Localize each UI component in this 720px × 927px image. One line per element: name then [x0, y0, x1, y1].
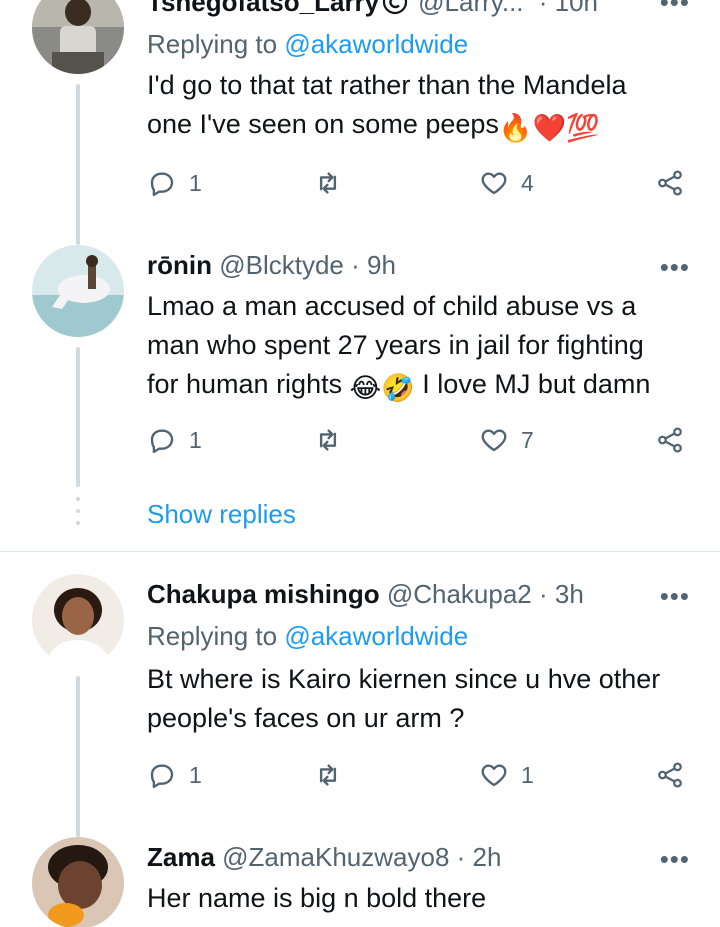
tweet-text: Bt where is Kairo kiernen since u hve ot…: [147, 664, 661, 733]
share-icon: [658, 170, 682, 196]
tweet-1[interactable]: Tshegofatso_Larry @Larry... · 10h ••• Rep…: [0, 0, 720, 245]
avatar[interactable]: [32, 0, 124, 74]
tweet-header: Zama @ZamaKhuzwayo8 · 2h: [147, 841, 501, 873]
retweet-button[interactable]: [313, 760, 343, 790]
emoji-group: 😂🤣: [349, 373, 415, 403]
display-name[interactable]: Chakupa mishingo: [147, 579, 380, 609]
replying-to: Replying to @akaworldwide: [147, 621, 469, 651]
like-button[interactable]: 7: [479, 425, 534, 455]
action-bar: 1 7: [147, 425, 692, 459]
timestamp[interactable]: · 3h: [539, 579, 584, 609]
heart-icon: [481, 172, 507, 195]
copyright-badge-icon: [383, 0, 408, 15]
tweet-text: Her name is big n bold there: [147, 883, 487, 913]
user-handle[interactable]: @Larry...: [418, 0, 523, 17]
tweet-2[interactable]: rōnin @Blcktyde · 9h ••• Lmao a man accu…: [0, 245, 720, 550]
avatar[interactable]: [32, 837, 124, 927]
avatar[interactable]: [32, 245, 124, 337]
avatar[interactable]: [32, 574, 124, 666]
timestamp[interactable]: · 10h: [539, 0, 598, 17]
tweet-text: Lmao a man accused of child abuse vs a m…: [147, 287, 692, 408]
tweet-header: rōnin @Blcktyde · 9h: [147, 249, 396, 281]
heart-icon: [481, 764, 507, 787]
thread-dots: [76, 497, 80, 533]
reply-count: 1: [189, 761, 202, 788]
share-button[interactable]: [655, 425, 685, 455]
more-options-icon[interactable]: •••: [660, 846, 690, 872]
display-name[interactable]: Tshegofatso_Larry: [147, 0, 379, 17]
user-handle[interactable]: @Blcktyde: [219, 250, 344, 280]
more-options-icon[interactable]: •••: [660, 254, 690, 280]
share-button[interactable]: [655, 168, 685, 198]
reply-icon: [150, 764, 174, 789]
replying-to-link[interactable]: @akaworldwide: [284, 29, 468, 59]
tweet-4[interactable]: Zama @ZamaKhuzwayo8 · 2h ••• Her name is…: [0, 837, 720, 927]
like-button[interactable]: 4: [479, 168, 534, 198]
display-name[interactable]: rōnin: [147, 250, 212, 280]
like-count: 7: [521, 426, 534, 453]
share-button[interactable]: [655, 760, 685, 790]
like-count: 1: [521, 761, 534, 788]
retweet-icon: [319, 764, 337, 786]
reply-button[interactable]: 1: [147, 760, 202, 790]
like-count: 4: [521, 169, 534, 196]
reply-button[interactable]: 1: [147, 168, 202, 198]
action-bar: 1 4: [147, 168, 692, 202]
thread-line: [76, 676, 80, 837]
reply-icon: [150, 429, 174, 454]
more-options-icon[interactable]: •••: [660, 0, 690, 15]
timestamp[interactable]: · 9h: [351, 250, 396, 280]
timestamp[interactable]: · 2h: [457, 842, 502, 872]
replying-to-link[interactable]: @akaworldwide: [284, 621, 468, 651]
tweet-header: Tshegofatso_Larry @Larry... · 10h: [147, 0, 598, 18]
reply-count: 1: [189, 426, 202, 453]
retweet-button[interactable]: [313, 168, 343, 198]
show-replies-link[interactable]: Show replies: [147, 499, 296, 530]
retweet-icon: [319, 429, 337, 451]
replying-to: Replying to @akaworldwide: [147, 29, 469, 59]
retweet-icon: [319, 172, 337, 194]
heart-icon: [481, 429, 507, 452]
share-icon: [658, 762, 682, 788]
thread-line: [76, 347, 80, 487]
tweet-3[interactable]: Chakupa mishingo @Chakupa2 · 3h ••• Repl…: [0, 552, 720, 837]
share-icon: [658, 427, 682, 453]
tweet-text: I'd go to that tat rather than the Mande…: [147, 66, 692, 148]
thread-line: [76, 84, 80, 245]
action-bar: 1 1: [147, 760, 692, 794]
retweet-button[interactable]: [313, 425, 343, 455]
tweet-header: Chakupa mishingo @Chakupa2 · 3h: [147, 578, 584, 610]
user-handle[interactable]: @ZamaKhuzwayo8: [222, 842, 449, 872]
reply-count: 1: [189, 169, 202, 196]
user-handle[interactable]: @Chakupa2: [387, 579, 532, 609]
reply-button[interactable]: 1: [147, 425, 202, 455]
like-button[interactable]: 1: [479, 760, 534, 790]
display-name[interactable]: Zama: [147, 842, 215, 872]
more-options-icon[interactable]: •••: [660, 583, 690, 609]
reply-icon: [150, 172, 174, 197]
emoji-group: 🔥❤️💯: [498, 113, 600, 143]
